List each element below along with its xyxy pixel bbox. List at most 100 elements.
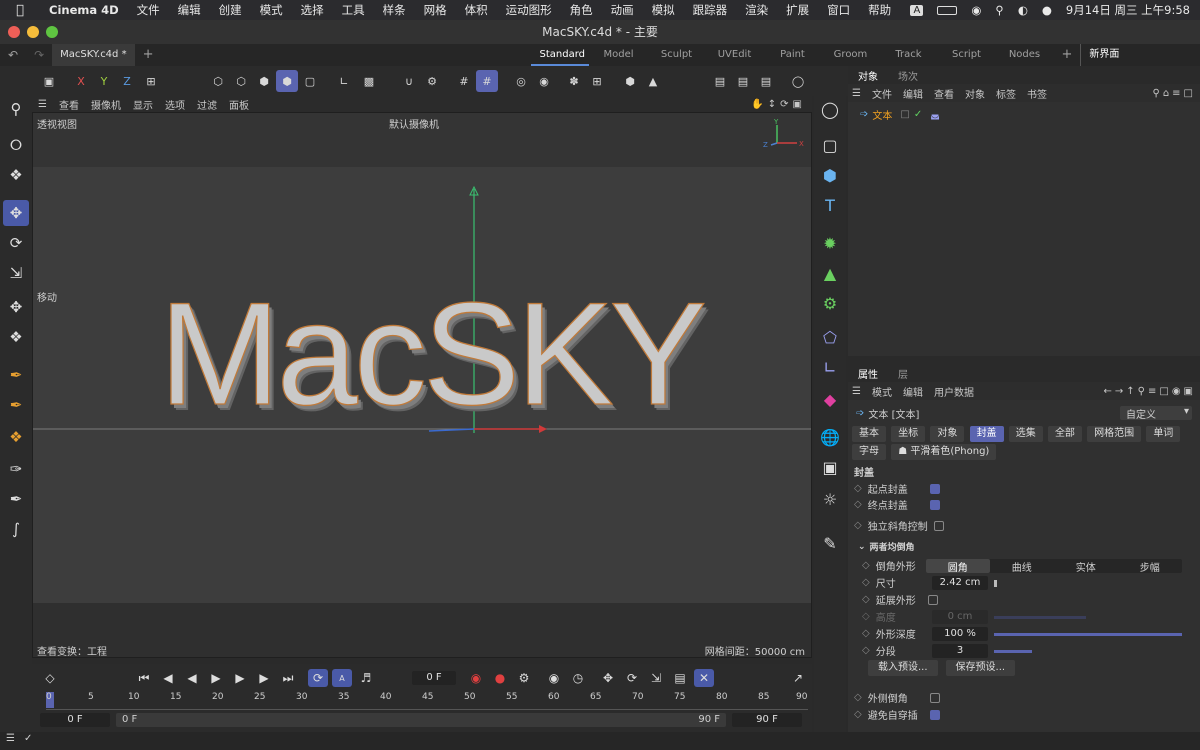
viewport-shading-icon[interactable]: ◯ <box>787 70 809 92</box>
axis-mode-icon[interactable]: ∟ <box>333 70 355 92</box>
tag-icon[interactable]: ◛ <box>930 109 940 120</box>
edit-icon[interactable]: ✎ <box>817 530 843 556</box>
menu-mesh[interactable]: 网格 <box>415 2 456 18</box>
independent-bevel-checkbox[interactable] <box>933 520 944 531</box>
layout-tab-nodes[interactable]: Nodes <box>995 44 1053 66</box>
menu-mode[interactable]: 模式 <box>251 2 292 18</box>
attributes-menu-mode[interactable]: 模式 <box>872 384 892 399</box>
previous-key-icon[interactable]: ◀ <box>158 669 178 687</box>
polygon-tools-icon[interactable]: ❖ <box>3 424 29 450</box>
viewport-nav-icons[interactable]: ✋↕⟳▣ <box>751 99 806 110</box>
status-ok-icon[interactable]: ✓ <box>24 733 32 744</box>
hud-icon[interactable]: ⬢ <box>619 70 641 92</box>
spline-tools-icon[interactable]: ✒ <box>3 392 29 418</box>
render-settings-icon[interactable]: ▤ <box>755 70 777 92</box>
rotate-key-icon[interactable]: ⟳ <box>622 669 642 687</box>
cloner-icon[interactable]: ▲ <box>817 260 843 286</box>
viewport-menu-filter[interactable]: 过滤 <box>197 97 217 112</box>
chip-mesh-range[interactable]: 网格范围 <box>1087 426 1142 442</box>
save-preset-button[interactable]: 保存预设... <box>945 659 1016 676</box>
null-object-icon[interactable]: ◯ <box>817 96 843 122</box>
layout-tab-model[interactable]: Model <box>589 44 647 66</box>
keyframe-diamond-icon[interactable]: ◇ <box>862 560 870 571</box>
objects-menu-tags[interactable]: 标签 <box>996 86 1016 101</box>
modeling-axis-icon[interactable]: ✽ <box>563 70 585 92</box>
sound-icon[interactable]: ♬ <box>356 669 376 687</box>
play-icon[interactable]: ▶ <box>206 669 226 687</box>
control-center-icon[interactable]: ◐ <box>1018 3 1028 17</box>
keyframe-diamond-icon[interactable]: ◇ <box>854 520 862 531</box>
preview-range-bar[interactable]: 0 F 90 F <box>116 713 726 727</box>
start-frame-field[interactable]: 0 F <box>40 713 110 727</box>
objects-menu-bookmarks[interactable]: 书签 <box>1027 86 1047 101</box>
menu-select[interactable]: 选择 <box>292 2 333 18</box>
avoid-intersection-checkbox[interactable] <box>929 709 940 720</box>
menu-character[interactable]: 角色 <box>561 2 602 18</box>
objects-menu-view[interactable]: 查看 <box>934 86 954 101</box>
solo-mode-icon[interactable]: ▩ <box>358 70 380 92</box>
size-slider[interactable] <box>994 580 997 587</box>
menu-tracker[interactable]: 跟踪器 <box>684 2 737 18</box>
tab-attributes[interactable]: 属性 <box>848 366 888 381</box>
keyframe-diamond-icon[interactable]: ◇ <box>862 645 870 656</box>
outer-bevel-checkbox[interactable] <box>929 692 940 703</box>
chip-object[interactable]: 对象 <box>930 426 965 442</box>
chip-words[interactable]: 单词 <box>1146 426 1181 442</box>
rotate-tool-icon[interactable]: ⟳ <box>3 230 29 256</box>
move-key-icon[interactable]: ✥ <box>598 669 618 687</box>
viewport-menu-icon[interactable]: ☰ <box>38 99 47 110</box>
current-frame-field[interactable]: 0 F <box>412 671 456 685</box>
row-bevel-group[interactable]: ⌄ 两者均倒角 <box>848 538 1200 555</box>
object-mode-icon[interactable]: ▣ <box>38 70 60 92</box>
visibility-dots-icon[interactable]: □ <box>900 109 909 120</box>
shape-step[interactable]: 步幅 <box>1118 559 1182 574</box>
timeline-ruler[interactable]: 0 5 10 15 20 25 30 35 40 45 50 55 60 65 … <box>46 692 808 710</box>
snap-icon[interactable]: ∪ <box>398 70 420 92</box>
wifi-icon[interactable]: ◉ <box>971 3 981 17</box>
end-frame-field[interactable]: 90 F <box>732 713 802 727</box>
attributes-menu-edit[interactable]: 编辑 <box>903 384 923 399</box>
environment-icon[interactable]: 🌐 <box>817 424 843 450</box>
layout-tab-track[interactable]: Track <box>879 44 937 66</box>
keyframe-icon[interactable]: ◇ <box>40 669 60 687</box>
symmetry-icon[interactable]: ◉ <box>533 70 555 92</box>
close-window-button[interactable] <box>8 26 20 38</box>
generator-icon[interactable]: ✹ <box>817 230 843 256</box>
viewport-menu-camera[interactable]: 摄像机 <box>91 97 121 112</box>
select-tools-icon[interactable]: ❖ <box>3 162 29 188</box>
layout-tab-uvedit[interactable]: UVEdit <box>705 44 763 66</box>
motion-record-icon[interactable]: ◉ <box>544 669 564 687</box>
chip-coord[interactable]: 坐标 <box>891 426 926 442</box>
polygons-mode-icon[interactable]: ⬢ <box>253 70 275 92</box>
layout-tab-paint[interactable]: Paint <box>763 44 821 66</box>
x-axis-lock-button[interactable]: X <box>70 70 92 92</box>
shape-depth-field[interactable]: 100 % <box>932 627 988 641</box>
workplane-icon[interactable]: # <box>476 70 498 92</box>
objects-menu-object[interactable]: 对象 <box>965 86 985 101</box>
keyframe-diamond-icon[interactable]: ◇ <box>854 709 862 720</box>
new-layout-button[interactable]: 新界面 <box>1080 44 1127 66</box>
menu-spline[interactable]: 样条 <box>374 2 415 18</box>
placement-tools-icon[interactable]: ❖ <box>3 324 29 350</box>
viewport-menu-view[interactable]: 查看 <box>59 97 79 112</box>
loop-icon[interactable]: ⟳ <box>308 669 328 687</box>
menu-help[interactable]: 帮助 <box>859 2 900 18</box>
chip-letters[interactable]: 字母 <box>852 444 886 460</box>
siri-icon[interactable]: ● <box>1042 3 1052 17</box>
chip-caps[interactable]: 封盖 <box>969 426 1004 442</box>
zoom-window-button[interactable] <box>46 26 58 38</box>
apple-icon[interactable]:  <box>0 3 40 18</box>
y-axis-lock-button[interactable]: Y <box>93 70 115 92</box>
keyframe-diamond-icon[interactable]: ◇ <box>862 577 870 588</box>
scale-tool-icon[interactable]: ⇲ <box>3 260 29 286</box>
chip-selections[interactable]: 选集 <box>1008 426 1043 442</box>
timeline-clock-icon[interactable]: ◷ <box>568 669 588 687</box>
segments-slider[interactable] <box>994 650 1032 653</box>
preset-dropdown[interactable]: 自定义 ▾ <box>1120 406 1192 421</box>
menu-volume[interactable]: 体积 <box>456 2 497 18</box>
next-frame-icon[interactable]: ▶ <box>230 669 250 687</box>
menu-tools[interactable]: 工具 <box>333 2 374 18</box>
cube-icon[interactable]: ⬢ <box>817 162 843 188</box>
menu-file[interactable]: 文件 <box>128 2 169 18</box>
objects-search-icon[interactable]: ⚲⌂≡□ <box>1153 88 1197 99</box>
